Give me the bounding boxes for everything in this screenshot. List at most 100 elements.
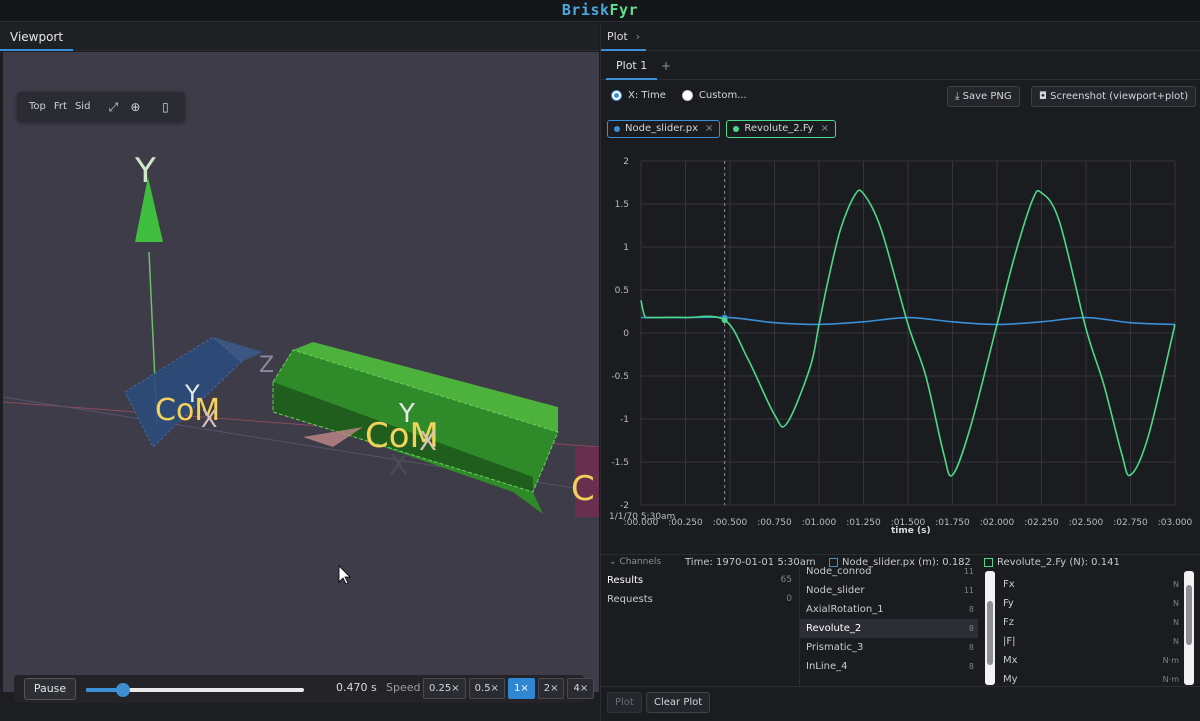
channel-bodies: Node_conrod 11 Node_slider 11 AxialRotatio…	[799, 567, 985, 685]
svg-text:X: X	[201, 405, 217, 433]
tab-plot[interactable]: Plot ›	[601, 23, 647, 51]
y-tick-label: 1.5	[615, 200, 629, 210]
speed-button[interactable]: 0.25×	[423, 678, 466, 699]
readout-series-2: Revolute_2.Fy (N): 0.141	[984, 557, 1120, 568]
viewport-tabstrip: Viewport	[0, 23, 599, 51]
channel-groups: Results 65 Requests 0	[601, 571, 798, 685]
chevron-right-icon: ›	[635, 30, 641, 43]
list-item[interactable]: |F| N	[997, 632, 1183, 651]
speed-button[interactable]: 4×	[567, 678, 595, 699]
view-front-button[interactable]: Frt	[50, 97, 71, 117]
slider-body	[124, 336, 242, 448]
close-icon[interactable]: ×	[821, 121, 829, 137]
3d-scene[interactable]: Y Z CoM Y X CoM Y X X C Top Frt Sid ⤢ ⊕ …	[3, 52, 599, 692]
list-item-requests[interactable]: Requests 0	[601, 590, 798, 609]
speed-button[interactable]: 0.5×	[468, 678, 505, 699]
list-item-results[interactable]: Results 65	[601, 571, 798, 590]
x-tick-label: :02.500	[1069, 518, 1104, 528]
chip-revolute-2-fy[interactable]: Revolute_2.Fy ×	[726, 120, 836, 138]
pause-button[interactable]: Pause	[24, 678, 76, 700]
tab-plot-1[interactable]: Plot 1	[606, 52, 658, 80]
x-date-label: 1/1/70 5:30am	[609, 512, 676, 522]
z-axis-label: Z	[259, 353, 274, 378]
y-tick-label: -1	[620, 415, 629, 425]
scene-graphics: Y Z CoM Y X CoM Y X X C	[3, 151, 599, 585]
x-tick-label: :01.000	[802, 518, 837, 528]
view-toolbar: Top Frt Sid ⤢ ⊕ ▯	[17, 92, 185, 122]
x-tick-label: :01.250	[846, 518, 881, 528]
x-custom-radio[interactable]	[681, 90, 693, 101]
list-item[interactable]: Fz N	[997, 613, 1183, 632]
title-bar: BriskFyr	[0, 0, 1200, 22]
plot-button[interactable]: Plot	[607, 692, 642, 713]
speed-label: Speed	[386, 681, 421, 694]
x-tick-label: :02.750	[1113, 518, 1148, 528]
list-item[interactable]: InLine_4 8	[800, 657, 978, 676]
time-slider[interactable]	[86, 683, 304, 697]
x-tick-label: :02.250	[1024, 518, 1059, 528]
list-item[interactable]: Fx N	[997, 575, 1183, 594]
x-axis-label: time (s)	[891, 526, 931, 536]
mouse-cursor	[338, 565, 351, 585]
panel-toggle-icon[interactable]: ▯	[154, 97, 176, 117]
list-item[interactable]: My N·m	[997, 670, 1183, 685]
readout-time: Time: 1970-01-01 5:30am	[685, 557, 816, 568]
list-item[interactable]: Mx N·m	[997, 651, 1183, 670]
fit-view-icon[interactable]: ⤢	[102, 97, 124, 117]
speed-buttons: 0.25× 0.5× 1× 2× 4×	[423, 678, 597, 699]
list-item[interactable]: Fy N	[997, 594, 1183, 613]
svg-text:X: X	[389, 448, 408, 481]
series-chips: Node_slider.px × Revolute_2.Fy ×	[607, 120, 842, 138]
cursor-marker	[721, 317, 728, 324]
channel-components: Fx N Fy N Fz N |F| N Mx N·m My N·m	[997, 571, 1183, 685]
list-item[interactable]: Node_conrod 11	[800, 567, 978, 581]
x-time-label: X: Time	[628, 90, 666, 101]
list-item[interactable]: Revolute_2 8	[800, 619, 978, 638]
viewport-panel: Viewport Y Z CoM Y X CoM Y X X C Top Frt…	[0, 23, 599, 721]
time-readout: 0.470 s	[336, 681, 377, 694]
svg-text:Y: Y	[398, 399, 415, 429]
bodies-scrollbar[interactable]	[985, 571, 995, 685]
x-axis-options: X: Time Custom...	[611, 90, 763, 101]
x-tick-label: :02.000	[980, 518, 1015, 528]
x-time-radio[interactable]	[611, 90, 622, 101]
plot-footer: Plot Clear Plot	[601, 686, 1200, 721]
add-plot-button[interactable]: +	[661, 52, 671, 80]
speed-button[interactable]: 2×	[537, 678, 565, 699]
plot-area[interactable]: 2 1.5 1 0.5 0 -0.5 -1 -1.5 -2:00.000:00.250:00.5…	[601, 145, 1200, 565]
time-slider-knob[interactable]	[116, 683, 131, 697]
plot-subtabs: Plot 1 +	[601, 52, 1200, 80]
x-custom-label: Custom...	[698, 90, 747, 101]
camera-icon: ◘	[1039, 91, 1051, 102]
y-axis-label: Y	[134, 151, 156, 191]
view-top-button[interactable]: Top	[25, 97, 50, 117]
save-png-button[interactable]: ⤓ Save PNG	[947, 86, 1020, 107]
y-tick-label: 1	[623, 243, 629, 253]
chip-node-slider-px[interactable]: Node_slider.px ×	[607, 120, 721, 138]
y-tick-label: 2	[623, 157, 629, 167]
playback-bar: Pause 0.470 s Speed 0.25× 0.5× 1× 2× 4×	[14, 675, 595, 703]
chevron-down-icon: ⌄	[609, 557, 620, 567]
list-item[interactable]: Prismatic_3 8	[800, 638, 978, 657]
screenshot-button[interactable]: ◘ Screenshot (viewport+plot)	[1031, 86, 1197, 107]
x-tick-label: :03.000	[1158, 518, 1193, 528]
channels-toggle[interactable]: ⌄ Channels	[609, 557, 661, 567]
plot-panel: Plot › Plot 1 + X: Time Custom... ⤓ Save …	[600, 23, 1200, 721]
list-item[interactable]: Node_slider 11	[800, 581, 978, 600]
clear-plot-button[interactable]: Clear Plot	[646, 692, 711, 713]
tab-viewport[interactable]: Viewport	[0, 23, 74, 51]
close-icon[interactable]: ×	[705, 121, 713, 137]
download-icon: ⤓	[955, 91, 963, 102]
x-tick-label: :00.750	[757, 518, 792, 528]
x-tick-label: :00.500	[713, 518, 748, 528]
svg-text:Y: Y	[184, 380, 200, 408]
svg-text:X: X	[419, 427, 437, 457]
y-tick-label: 0.5	[615, 286, 629, 296]
zoom-icon[interactable]: ⊕	[124, 97, 146, 117]
plot-tabstrip: Plot ›	[601, 23, 1200, 51]
com-label-partial: C	[571, 469, 595, 509]
view-side-button[interactable]: Sid	[71, 97, 94, 117]
components-scrollbar[interactable]	[1184, 571, 1194, 685]
speed-button[interactable]: 1×	[507, 678, 535, 699]
list-item[interactable]: AxialRotation_1 8	[800, 600, 978, 619]
